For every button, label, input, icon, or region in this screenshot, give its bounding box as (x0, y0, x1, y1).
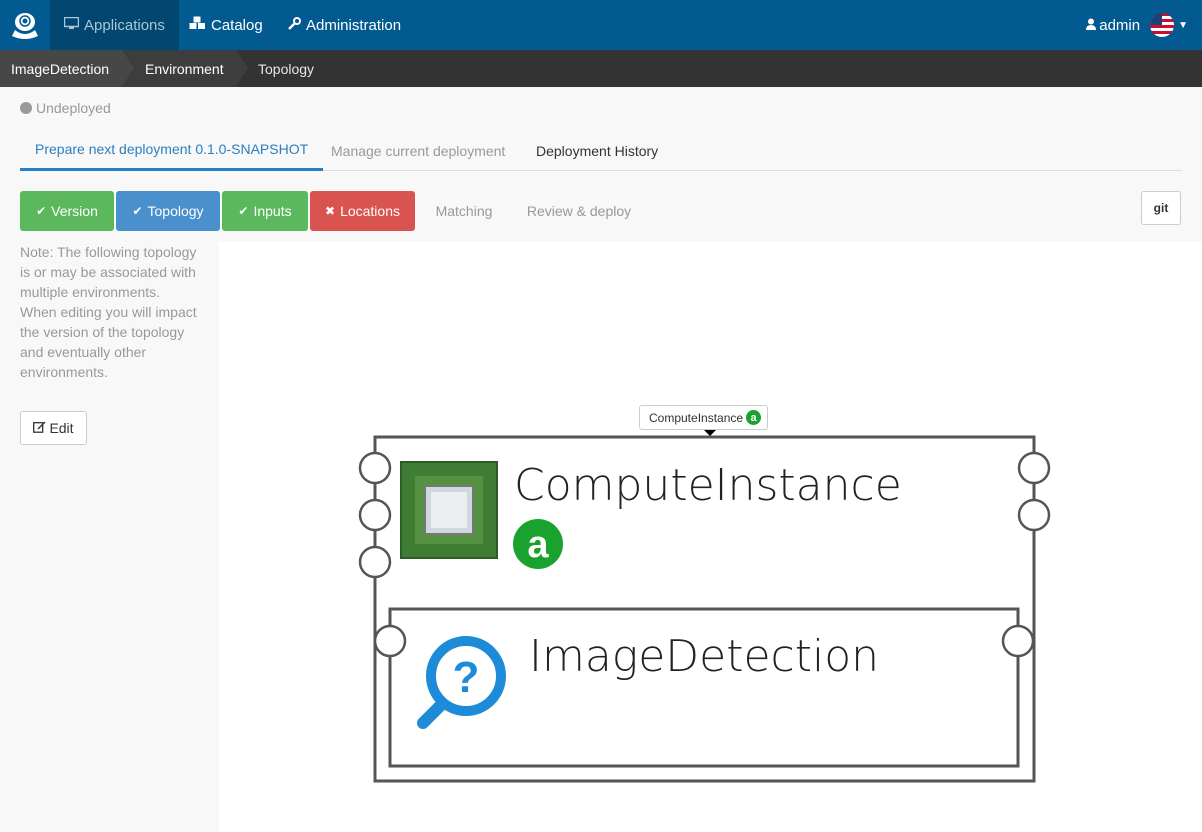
nav-administration-label: Administration (306, 16, 402, 34)
edit-warning-note: Note: The following topology is or may b… (20, 244, 197, 380)
tooltip-arrow-icon (704, 430, 716, 436)
cross-icon: ✖ (325, 204, 336, 218)
connector-right-1 (1017, 451, 1051, 485)
step-locations[interactable]: ✖ Locations (310, 191, 415, 231)
status-label: Undeployed (36, 100, 111, 116)
connector-left-2 (358, 498, 392, 532)
nav-applications-label: Applications (84, 16, 165, 34)
image-detection-node-title: ImageDetection (529, 631, 880, 682)
step-version-label: Version (51, 203, 98, 219)
step-matching-label: Matching (435, 203, 493, 219)
breadcrumb-environment[interactable]: Environment (122, 50, 248, 87)
compute-node-title: ComputeInstance (514, 460, 902, 511)
step-review-deploy-label: Review & deploy (526, 203, 632, 219)
breadcrumb: ImageDetection Environment Topology (0, 50, 1202, 87)
connector-left-3 (358, 545, 392, 579)
top-navbar: Applications Catalog Administration admi… (0, 0, 1202, 50)
deployment-status: Undeployed (20, 100, 111, 116)
step-version[interactable]: ✔ Version (20, 191, 114, 231)
connector-left-1 (358, 451, 392, 485)
nav-catalog[interactable]: Catalog (175, 0, 277, 50)
chevron-down-icon[interactable]: ▼ (1178, 20, 1188, 31)
nav-applications[interactable]: Applications (50, 0, 179, 50)
node-tooltip: ComputeInstance a (639, 405, 769, 430)
edit-icon (33, 420, 46, 436)
edit-button[interactable]: Edit (20, 411, 87, 445)
check-icon: ✔ (132, 204, 143, 218)
step-topology[interactable]: ✔ Topology (116, 191, 220, 231)
wrench-icon (288, 16, 301, 34)
status-dot-icon (20, 102, 32, 114)
edit-button-label: Edit (49, 420, 74, 436)
tab-deployment-history[interactable]: Deployment History (521, 130, 673, 171)
connector-inner-left (373, 624, 407, 658)
user-menu[interactable]: admin ▼ (1086, 0, 1188, 50)
puppet-a-badge-icon: a (513, 519, 563, 569)
check-icon: ✔ (36, 204, 47, 218)
connector-right-2 (1017, 498, 1051, 532)
deployment-tabs: Prepare next deployment 0.1.0-SNAPSHOT M… (20, 130, 1182, 171)
step-matching[interactable]: Matching (421, 191, 507, 231)
tab-prepare-next-deployment[interactable]: Prepare next deployment 0.1.0-SNAPSHOT (20, 130, 324, 171)
topology-canvas[interactable]: a ? ComputeInstance ImageDetection Compu… (219, 242, 1202, 832)
user-name: admin (1099, 16, 1141, 34)
step-inputs[interactable]: ✔ Inputs (222, 191, 308, 231)
breadcrumb-application[interactable]: ImageDetection (0, 50, 134, 87)
tab-manage-current-deployment[interactable]: Manage current deployment (316, 130, 520, 171)
step-locations-label: Locations (340, 203, 400, 219)
topology-graph: a ? (358, 435, 1051, 783)
svg-text:?: ? (453, 653, 480, 702)
step-inputs-label: Inputs (253, 203, 292, 219)
svg-text:a: a (527, 524, 549, 566)
us-flag-icon[interactable] (1150, 13, 1175, 37)
cubes-icon (189, 16, 206, 34)
git-button[interactable]: git (1141, 191, 1181, 225)
node-tooltip-label: ComputeInstance (649, 410, 744, 425)
nav-catalog-label: Catalog (211, 16, 263, 34)
cpu-chip-icon (400, 461, 498, 559)
step-review-deploy[interactable]: Review & deploy (517, 191, 641, 231)
nav-administration[interactable]: Administration (274, 0, 415, 50)
user-icon (1086, 17, 1097, 34)
monitor-icon (63, 16, 80, 34)
connector-inner-right (1001, 624, 1035, 658)
breadcrumb-topology: Topology (236, 50, 1202, 87)
puppet-a-badge-icon: a (746, 410, 762, 425)
step-topology-label: Topology (147, 203, 204, 219)
alien-logo-icon[interactable] (0, 0, 50, 50)
check-icon: ✔ (238, 204, 249, 218)
